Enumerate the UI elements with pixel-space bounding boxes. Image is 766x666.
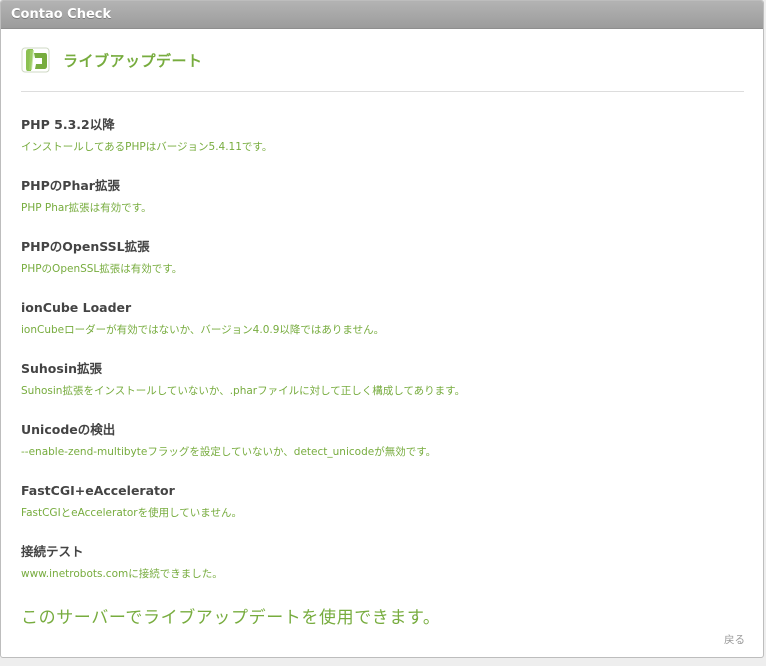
contao-logo-icon <box>21 45 51 75</box>
check-connection: 接続テスト www.inetrobots.comに接続できました。 <box>21 543 744 581</box>
check-title: PHP 5.3.2以降 <box>21 117 115 132</box>
check-title: 接続テスト <box>21 544 84 559</box>
check-title: PHPのOpenSSL拡張 <box>21 239 150 254</box>
check-description: --enable-zend-multibyteフラッグを設定していないか、det… <box>21 446 437 458</box>
check-title: Suhosin拡張 <box>21 361 103 376</box>
check-title: Unicodeの検出 <box>21 422 116 437</box>
check-title: FastCGI+eAccelerator <box>21 483 175 498</box>
check-openssl: PHPのOpenSSL拡張 PHPのOpenSSL拡張は有効です。 <box>21 238 744 276</box>
check-title: PHPのPhar拡張 <box>21 178 120 193</box>
page-title: ライブアップデート <box>63 51 203 70</box>
check-suhosin: Suhosin拡張 Suhosin拡張をインストールしていないか、.pharファ… <box>21 360 744 398</box>
window-title: Contao Check <box>1 1 763 29</box>
check-description: FastCGIとeAcceleratorを使用していません。 <box>21 507 242 519</box>
check-fastcgi: FastCGI+eAccelerator FastCGIとeAccelerato… <box>21 482 744 520</box>
check-description: PHPのOpenSSL拡張は有効です。 <box>21 263 183 275</box>
check-ioncube: ionCube Loader ionCubeローダーが有効ではないか、バージョン… <box>21 299 744 337</box>
check-description: PHP Phar拡張は有効です。 <box>21 202 152 214</box>
page-heading: ライブアップデート <box>21 43 203 77</box>
back-link[interactable]: 戻る <box>724 632 745 647</box>
contao-check-window: Contao Check ライブアップデート PHP 5.3.2以降 インストー… <box>0 0 764 658</box>
check-php-version: PHP 5.3.2以降 インストールしてあるPHPはバージョン5.4.11です。 <box>21 116 744 154</box>
check-title: ionCube Loader <box>21 300 132 315</box>
divider <box>21 91 744 92</box>
result-message: このサーバーでライブアップデートを使用できます。 <box>21 608 441 628</box>
check-phar: PHPのPhar拡張 PHP Phar拡張は有効です。 <box>21 177 744 215</box>
check-description: ionCubeローダーが有効ではないか、バージョン4.0.9以降ではありません。 <box>21 324 385 336</box>
check-unicode: Unicodeの検出 --enable-zend-multibyteフラッグを設… <box>21 421 744 459</box>
check-description: www.inetrobots.comに接続できました。 <box>21 568 223 580</box>
check-description: インストールしてあるPHPはバージョン5.4.11です。 <box>21 141 273 153</box>
check-description: Suhosin拡張をインストールしていないか、.pharファイルに対して正しく構… <box>21 385 466 397</box>
